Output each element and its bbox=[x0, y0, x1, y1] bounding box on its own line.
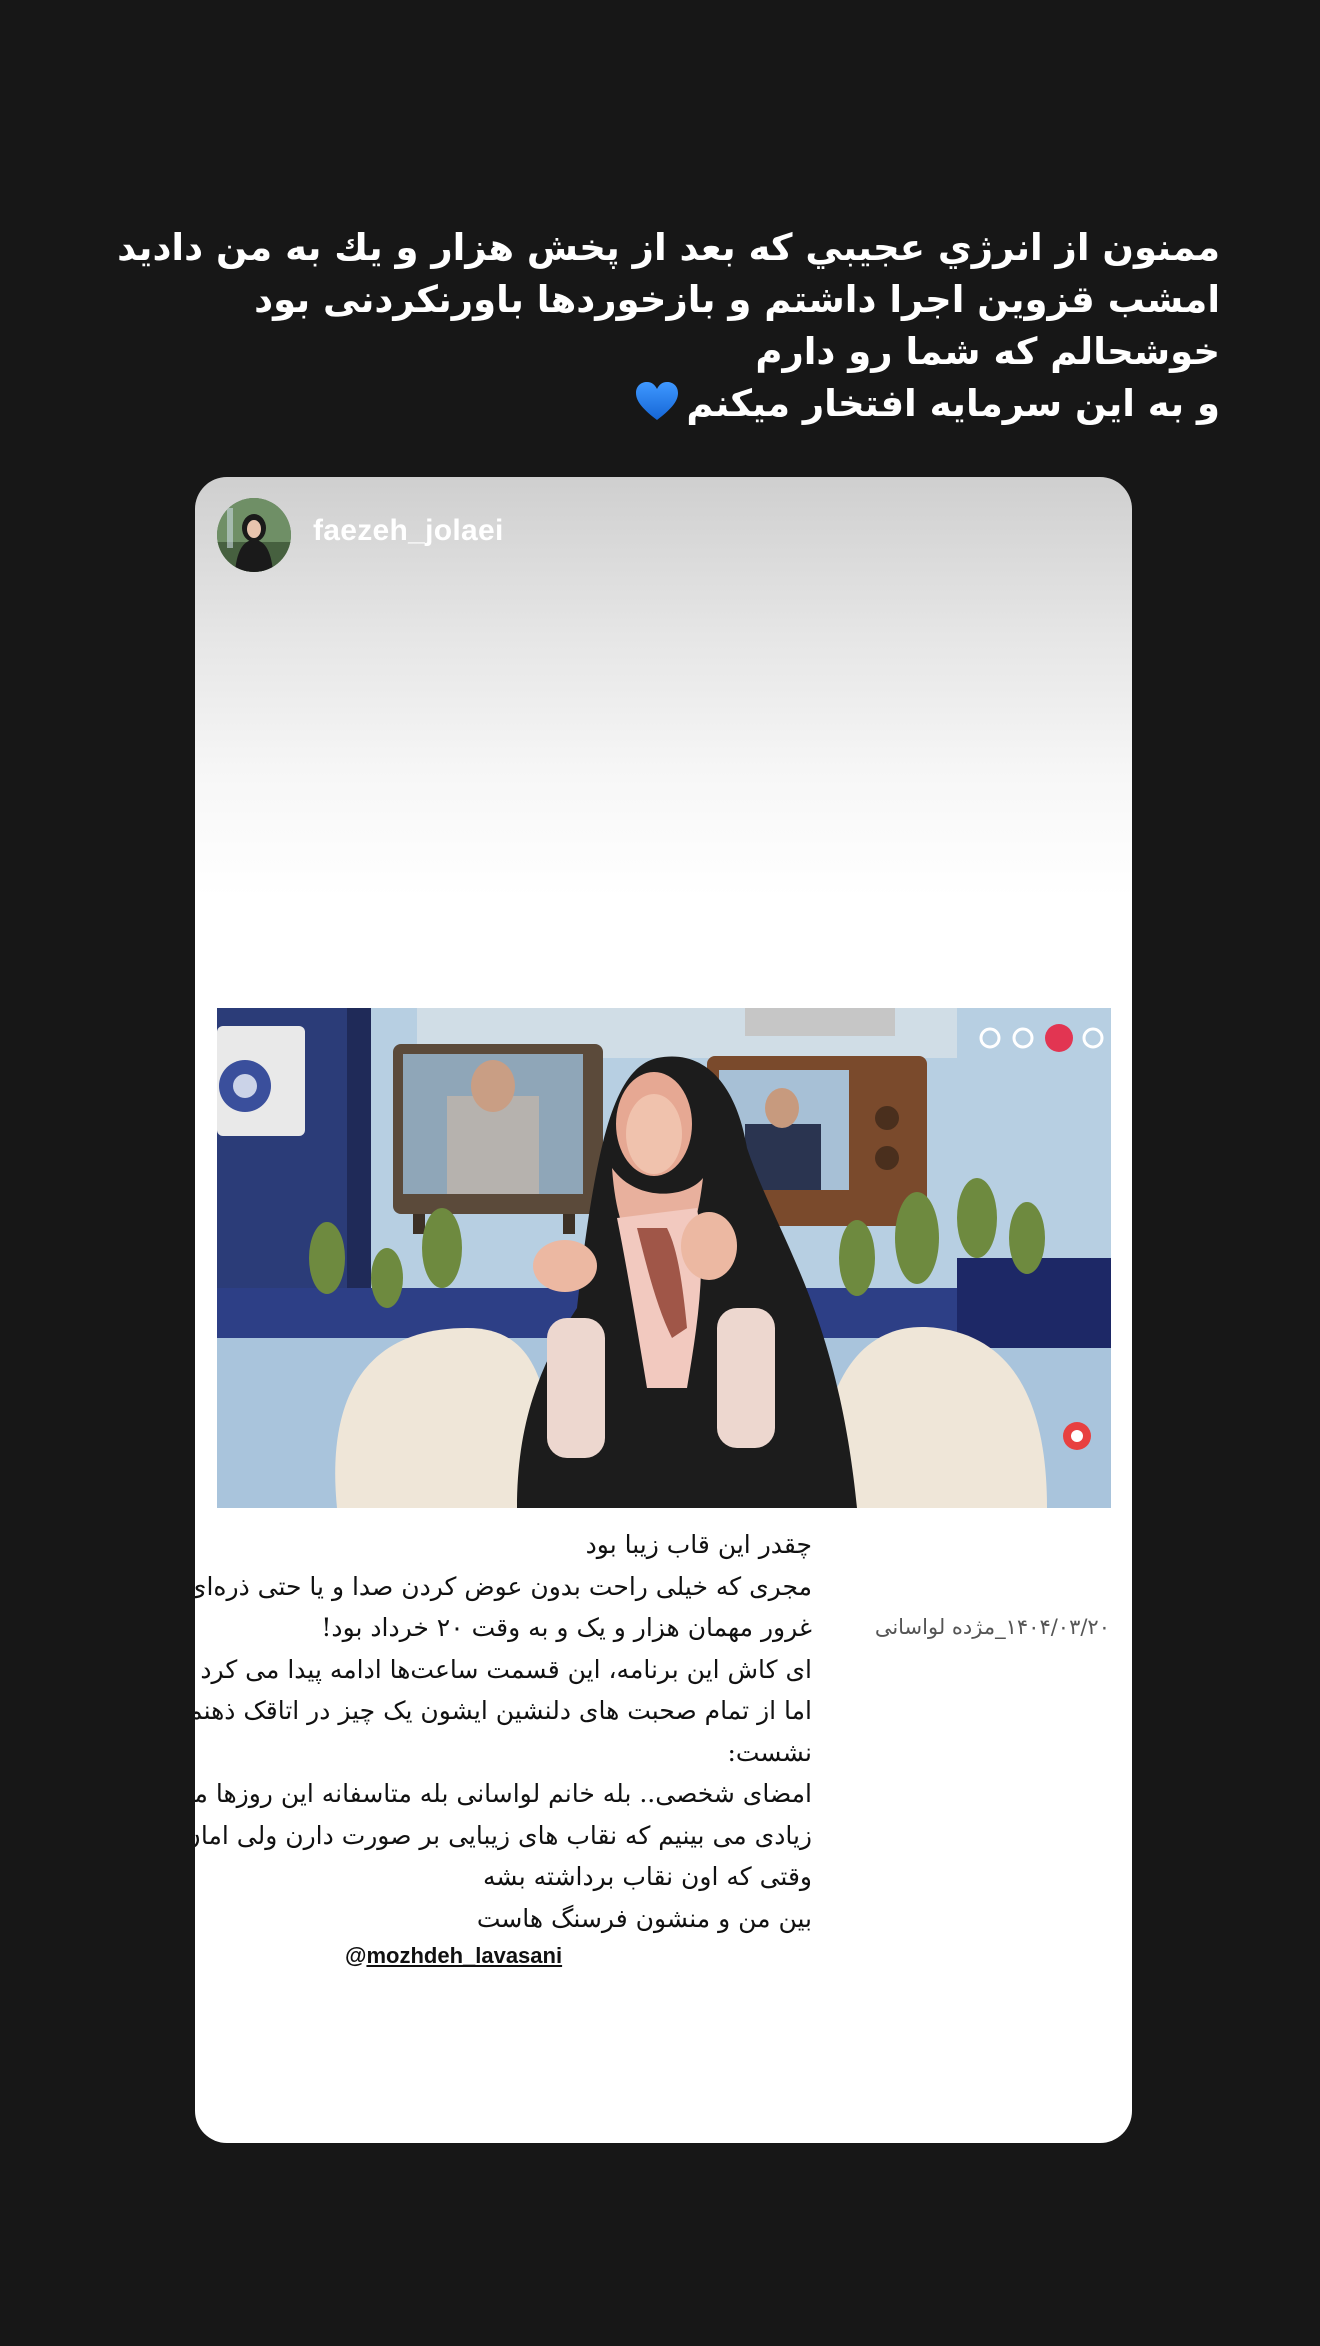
post-text-line: امضای شخصی.. بله خانم لواسانی بله متاسفا… bbox=[195, 1779, 812, 1808]
caption-line-1: ممنون از انرژي عجيبي كه بعد از پخش هزار … bbox=[117, 226, 1220, 269]
post-text-line: زیادی می بینیم که نقاب های زیبایی بر صور… bbox=[195, 1820, 812, 1850]
post-text-line: نشست: bbox=[727, 1737, 812, 1767]
caption-line-4-text: و به این سرمایه افتخار میکنم bbox=[686, 382, 1220, 425]
blue-heart-icon bbox=[636, 382, 679, 420]
post-text-line: مجری که خیلی راحت بدون عوض کردن صدا و یا… bbox=[195, 1571, 812, 1601]
post-date-signature: ۱۴۰۴/۰۳/۲۰_مژده لواسانی bbox=[874, 1615, 1110, 1639]
post-text-line: بین من و منشون فرسنگ هاست bbox=[476, 1903, 812, 1933]
story-caption: ممنون از انرژي عجيبي كه بعد از پخش هزار … bbox=[117, 222, 1220, 430]
post-text: چقدر این قاب زیبا بود مجری که خیلی راحت … bbox=[195, 1524, 812, 1939]
mention-link[interactable]: @mozhdeh_lavasani bbox=[345, 1943, 562, 1969]
profile-avatar-icon[interactable] bbox=[217, 498, 291, 572]
post-photo bbox=[217, 1008, 1111, 1508]
caption-line-3: خوشحالم که شما رو دارم bbox=[755, 330, 1220, 373]
post-text-line: چقدر این قاب زیبا بود bbox=[585, 1530, 812, 1559]
shared-post-card[interactable]: faezeh_jolaei چقدر این قاب زیبا بود مجری… bbox=[195, 477, 1132, 2143]
post-text-line: اما از تمام صحبت های دلنشین ایشون یک چیز… bbox=[195, 1696, 812, 1725]
caption-line-2: امشب قزوین اجرا داشتم و بازخوردها باورنک… bbox=[254, 278, 1220, 321]
caption-line-4: و به این سرمایه افتخار میکنم bbox=[140, 378, 1220, 430]
mention-handle[interactable]: mozhdeh_lavasani bbox=[366, 1943, 562, 1968]
post-text-line: ای کاش این برنامه، این قسمت ساعت‌ها ادام… bbox=[200, 1654, 812, 1684]
post-text-line: وقتی که اون نقاب برداشته بشه bbox=[483, 1862, 812, 1891]
mention-at: @ bbox=[345, 1943, 367, 1968]
post-username[interactable]: faezeh_jolaei bbox=[313, 514, 504, 548]
post-text-line: غرور مهمان هزار و یک و به وقت ۲۰ خرداد ب… bbox=[321, 1613, 812, 1642]
